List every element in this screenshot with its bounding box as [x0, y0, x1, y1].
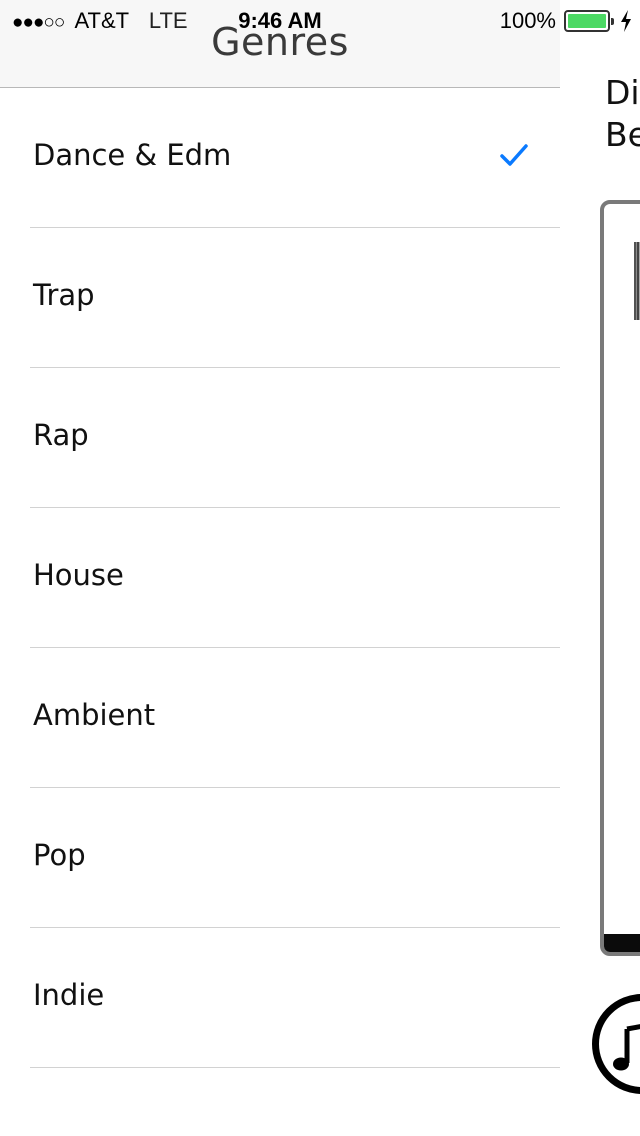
music-note-icon	[613, 1024, 640, 1071]
status-right: 100%	[500, 8, 632, 34]
genre-list: Dance & Edm Trap Rap House Ambient Pop I…	[0, 88, 560, 1068]
track-artwork	[634, 242, 640, 320]
checkmark-icon	[500, 144, 528, 166]
genre-item-pop[interactable]: Pop	[0, 788, 560, 928]
genres-drawer: Genres Dance & Edm Trap Rap House Ambien…	[0, 0, 560, 1136]
lightning-bolt-icon	[621, 10, 631, 32]
genre-item-dance-edm[interactable]: Dance & Edm	[0, 88, 560, 228]
genre-label: Trap	[33, 278, 95, 312]
genre-item-ambient[interactable]: Ambient	[0, 648, 560, 788]
genre-label: Ambient	[33, 698, 156, 732]
track-card[interactable]	[600, 200, 640, 956]
genre-label: Indie	[33, 978, 105, 1012]
genre-item-trap[interactable]: Trap	[0, 228, 560, 368]
main-panel: Di Be	[560, 0, 640, 1136]
battery-nub	[611, 18, 614, 25]
genre-label: Dance & Edm	[33, 138, 232, 172]
battery-icon	[564, 10, 614, 32]
track-title: Di Be	[605, 72, 640, 156]
battery-percent: 100%	[499, 8, 556, 33]
track-card-footer	[604, 934, 640, 952]
music-button[interactable]	[592, 994, 640, 1094]
genre-item-house[interactable]: House	[0, 508, 560, 648]
genre-item-indie[interactable]: Indie	[0, 928, 560, 1068]
status-bar: ●●●○○ AT&T LTE 9:46 AM 100%	[0, 0, 640, 40]
genre-label: Rap	[33, 418, 89, 452]
genre-label: Pop	[33, 838, 86, 872]
battery-fill	[568, 14, 606, 28]
track-title-line1: Di	[605, 73, 640, 112]
genre-label: House	[33, 558, 124, 592]
track-title-line2: Be	[605, 115, 640, 154]
genre-item-rap[interactable]: Rap	[0, 368, 560, 508]
